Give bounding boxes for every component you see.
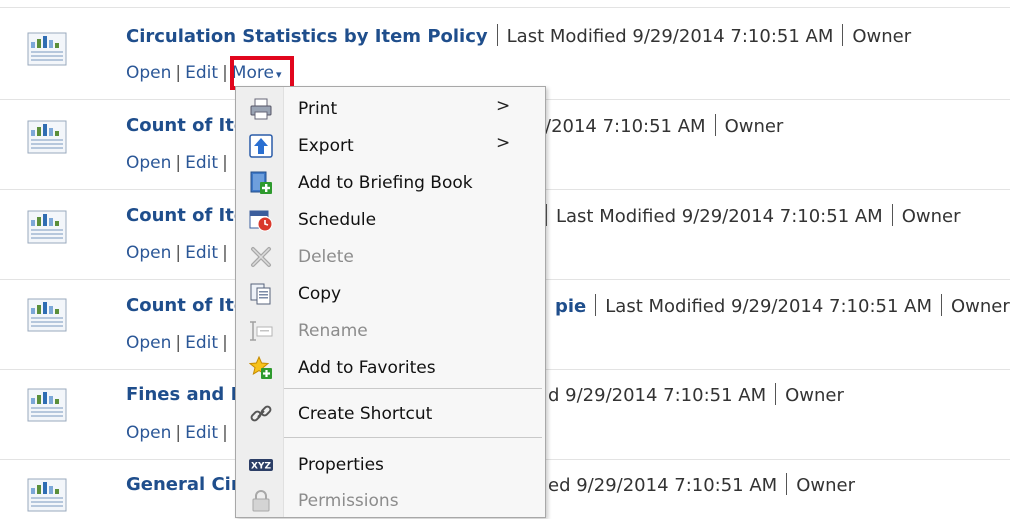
report-title-tail[interactable]: pie bbox=[555, 296, 586, 317]
last-modified: Last Modified 9/29/2014 7:10:51 AM bbox=[556, 206, 883, 227]
menu-item-create-shortcut[interactable]: Create Shortcut bbox=[236, 396, 545, 432]
menu-item-add-to-briefing-book[interactable]: Add to Briefing Book bbox=[236, 165, 545, 201]
svg-text:XYZ: XYZ bbox=[251, 462, 271, 472]
last-modified: Last Modified 9/29/2014 7:10:51 AM bbox=[605, 296, 932, 317]
edit-link[interactable]: Edit bbox=[185, 153, 218, 173]
menu-item-rename: Rename bbox=[236, 313, 545, 349]
report-title[interactable]: Count of Ite bbox=[126, 295, 246, 316]
owner-label: Owner bbox=[852, 26, 912, 47]
row-divider bbox=[0, 7, 1010, 8]
menu-item-export[interactable]: Export > bbox=[236, 128, 545, 164]
menu-item-label: Rename bbox=[298, 321, 368, 341]
report-title[interactable]: Count of Ite bbox=[126, 115, 246, 136]
owner-label: Owner bbox=[796, 475, 855, 496]
menu-item-label: Export bbox=[298, 136, 354, 156]
last-modified: Last Modified 9/29/2014 7:10:51 AM bbox=[506, 26, 834, 47]
menu-item-label: Print bbox=[298, 99, 338, 119]
menu-separator bbox=[284, 388, 542, 389]
menu-item-permissions: Permissions bbox=[236, 483, 545, 519]
open-link[interactable]: Open bbox=[126, 243, 171, 263]
open-link[interactable]: Open bbox=[126, 63, 171, 83]
owner-label: Owner bbox=[724, 116, 784, 137]
permissions-lock-icon bbox=[252, 490, 270, 512]
menu-item-label: Delete bbox=[298, 247, 354, 267]
menu-item-delete: Delete bbox=[236, 239, 545, 275]
report-title[interactable]: Fines and F bbox=[126, 384, 243, 405]
menu-item-label: Properties bbox=[298, 455, 384, 475]
context-menu: Print > Export > Add to Briefing Book Sc… bbox=[235, 86, 546, 518]
report-icon[interactable] bbox=[27, 210, 67, 244]
report-title[interactable]: Count of Ite bbox=[126, 205, 246, 226]
shortcut-link-icon bbox=[250, 405, 272, 422]
last-modified: d 9/29/2014 7:10:51 AM bbox=[548, 385, 767, 406]
report-title[interactable]: Circulation Statistics by Item Policy bbox=[126, 26, 488, 47]
menu-item-label: Add to Briefing Book bbox=[298, 173, 473, 193]
report-icon[interactable] bbox=[27, 298, 67, 332]
edit-link[interactable]: Edit bbox=[185, 333, 218, 353]
briefing-book-add-icon bbox=[250, 171, 272, 194]
favorites-add-icon bbox=[249, 356, 272, 379]
copy-icon bbox=[250, 283, 271, 305]
report-icon[interactable] bbox=[27, 120, 67, 154]
properties-icon: XYZ bbox=[249, 459, 273, 472]
last-modified: /2014 7:10:51 AM bbox=[545, 116, 706, 137]
more-link-highlight bbox=[230, 56, 294, 90]
owner-label: Owner bbox=[950, 296, 1010, 317]
open-link[interactable]: Open bbox=[126, 423, 171, 443]
schedule-icon bbox=[249, 210, 273, 232]
menu-item-add-to-favorites[interactable]: Add to Favorites bbox=[236, 350, 545, 386]
menu-item-properties[interactable]: XYZ Properties bbox=[236, 447, 545, 483]
report-icon[interactable] bbox=[27, 478, 67, 512]
report-title[interactable]: General Cir bbox=[126, 474, 240, 495]
report-icon[interactable] bbox=[27, 388, 67, 422]
menu-item-label: Copy bbox=[298, 284, 342, 304]
menu-item-label: Add to Favorites bbox=[298, 358, 436, 378]
submenu-arrow-icon: > bbox=[496, 133, 511, 153]
menu-separator bbox=[284, 437, 542, 438]
menu-item-label: Create Shortcut bbox=[298, 404, 433, 424]
menu-item-copy[interactable]: Copy bbox=[236, 276, 545, 312]
edit-link[interactable]: Edit bbox=[185, 63, 218, 83]
menu-item-schedule[interactable]: Schedule bbox=[236, 202, 545, 238]
last-modified: ed 9/29/2014 7:10:51 AM bbox=[548, 475, 778, 496]
menu-item-print[interactable]: Print > bbox=[236, 91, 545, 127]
menu-item-label: Permissions bbox=[298, 491, 399, 511]
submenu-arrow-icon: > bbox=[496, 96, 511, 116]
owner-label: Owner bbox=[901, 206, 961, 227]
export-icon bbox=[249, 134, 273, 158]
rename-icon bbox=[250, 321, 273, 341]
delete-icon bbox=[251, 247, 271, 267]
printer-icon bbox=[250, 98, 272, 120]
edit-link[interactable]: Edit bbox=[185, 243, 218, 263]
owner-label: Owner bbox=[785, 385, 844, 406]
open-link[interactable]: Open bbox=[126, 333, 171, 353]
report-icon[interactable] bbox=[27, 32, 67, 66]
menu-item-label: Schedule bbox=[298, 210, 377, 230]
open-link[interactable]: Open bbox=[126, 153, 171, 173]
edit-link[interactable]: Edit bbox=[185, 423, 218, 443]
